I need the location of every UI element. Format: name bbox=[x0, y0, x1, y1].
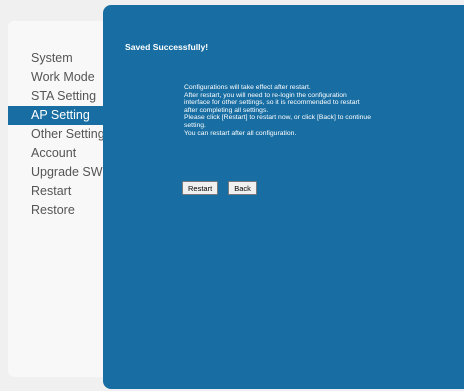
message-line: interface for other settings, so it is r… bbox=[184, 99, 360, 107]
sidebar-item-restore[interactable]: Restore bbox=[8, 201, 111, 220]
sidebar-item-ap-setting[interactable]: AP Setting bbox=[8, 106, 111, 125]
page: System Work Mode STA Setting AP Setting … bbox=[0, 0, 464, 391]
page-title: Saved Successfully! bbox=[125, 42, 209, 52]
message-line: You can restart after all configuration. bbox=[184, 129, 297, 137]
message-line: after completing all settings. bbox=[184, 106, 269, 114]
sidebar-menu: System Work Mode STA Setting AP Setting … bbox=[8, 49, 111, 220]
restart-button[interactable]: Restart bbox=[182, 181, 219, 195]
restart-message: Configurations will take effect after re… bbox=[184, 84, 456, 137]
sidebar-item-work-mode[interactable]: Work Mode bbox=[8, 68, 111, 87]
content-panel: Saved Successfully! Configurations will … bbox=[103, 5, 464, 389]
message-line: setting. bbox=[184, 121, 206, 129]
sidebar-item-account[interactable]: Account bbox=[8, 144, 111, 163]
sidebar-item-upgrade-sw[interactable]: Upgrade SW bbox=[8, 163, 111, 182]
action-buttons: Restart Back bbox=[182, 181, 257, 195]
message-line: After restart, you will need to re-login… bbox=[184, 91, 347, 99]
sidebar-item-other-setting[interactable]: Other Setting bbox=[8, 125, 111, 144]
sidebar-item-restart[interactable]: Restart bbox=[8, 182, 111, 201]
sidebar-item-sta-setting[interactable]: STA Setting bbox=[8, 87, 111, 106]
back-button[interactable]: Back bbox=[228, 181, 257, 195]
message-line: Configurations will take effect after re… bbox=[184, 84, 311, 91]
sidebar-item-system[interactable]: System bbox=[8, 49, 111, 68]
message-line: Please click [Restart] to restart now, o… bbox=[184, 114, 371, 122]
